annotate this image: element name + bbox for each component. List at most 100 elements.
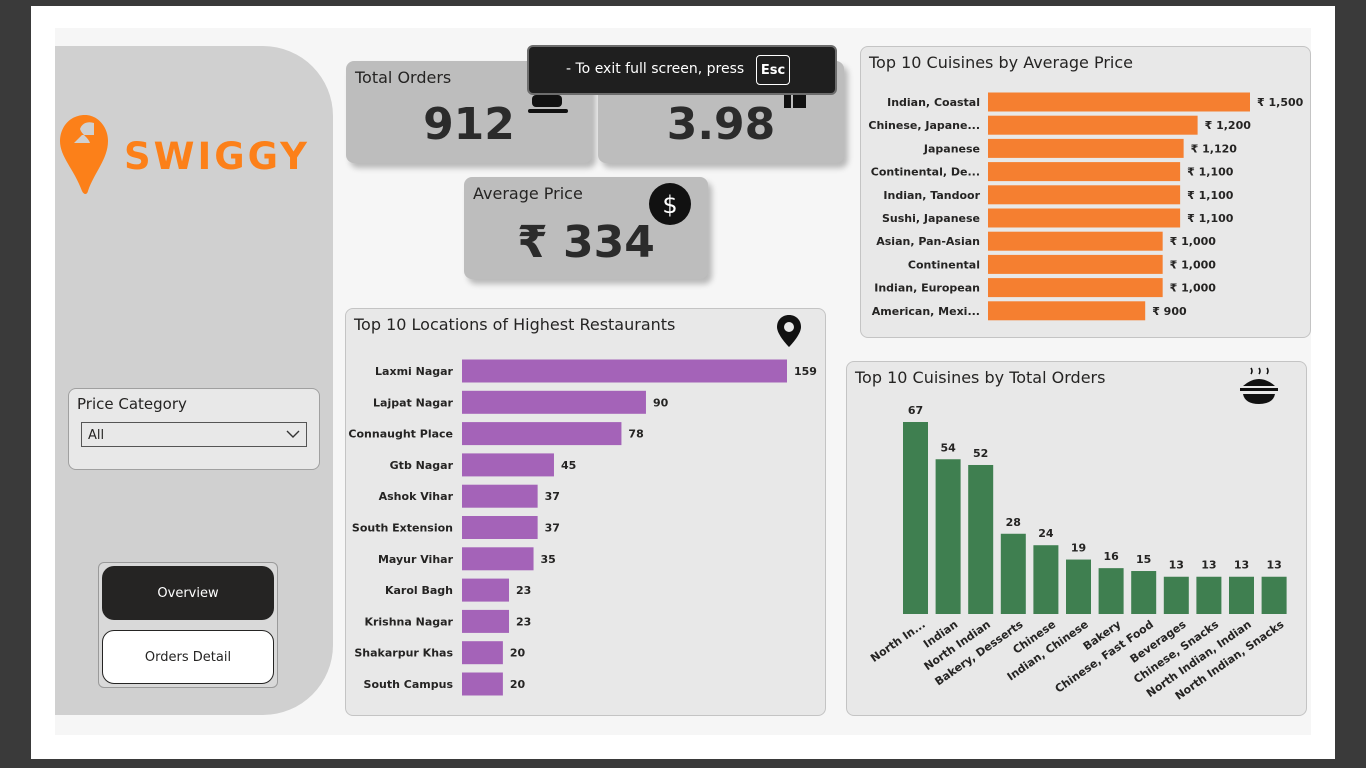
bar (1229, 576, 1254, 614)
data-label: 45 (561, 459, 576, 472)
dollar-circle-icon: $ (649, 183, 691, 225)
data-label: 28 (1006, 516, 1021, 529)
bar (988, 254, 1163, 274)
category-label: Continental (908, 258, 980, 271)
cuisines-by-orders-card: Top 10 Cuisines by Total Orders 67 North … (846, 361, 1307, 716)
category-label: Laxmi Nagar (375, 365, 454, 378)
data-label: 20 (510, 678, 526, 691)
bar (462, 641, 503, 665)
bar (988, 115, 1198, 135)
locations-card: Top 10 Locations of Highest Restaurants … (345, 308, 826, 716)
bar (1196, 576, 1222, 614)
bar (1098, 568, 1124, 614)
data-label: ₹ 1,100 (1187, 189, 1234, 202)
category-label: South Campus (364, 678, 454, 691)
data-label: 23 (516, 615, 531, 628)
bar (1066, 559, 1091, 614)
fullscreen-exit-toast: - To exit full screen, press Esc (527, 45, 837, 95)
bar (462, 672, 503, 696)
swiggy-logo: SWIGGY (60, 115, 307, 194)
bar (462, 390, 646, 414)
data-label: 20 (510, 647, 526, 660)
bar (462, 453, 554, 477)
bar (462, 484, 538, 508)
category-label: Gtb Nagar (390, 459, 454, 472)
toast-text: - To exit full screen, press (566, 61, 745, 77)
data-label: ₹ 1,100 (1187, 212, 1234, 225)
data-label: 24 (1038, 527, 1054, 540)
swiggy-logo-mark (60, 115, 108, 194)
bar (1261, 576, 1287, 614)
category-label: American, Mexi... (872, 305, 980, 318)
category-label: North In... (868, 618, 928, 665)
data-label: 13 (1234, 559, 1249, 572)
page-navigator: Overview Orders Detail (98, 562, 278, 688)
category-label: Asian, Pan-Asian (876, 235, 980, 248)
esc-key-badge: Esc (756, 55, 790, 85)
data-label: ₹ 1,500 (1257, 96, 1304, 109)
bar (988, 162, 1181, 182)
bar (1131, 571, 1157, 614)
data-label: ₹ 1,000 (1170, 258, 1217, 271)
overview-button[interactable]: Overview (102, 566, 274, 620)
bar (988, 138, 1184, 158)
cuisines-by-orders-chart: 67North In...54Indian52North Indian28Bak… (868, 404, 1287, 703)
bar (988, 231, 1163, 251)
category-label: Shakarpur Khas (354, 647, 453, 660)
data-label: 52 (973, 447, 988, 460)
bar (988, 92, 1250, 112)
category-label: Karol Bagh (385, 584, 453, 597)
data-label: 78 (628, 428, 643, 441)
data-label: ₹ 1,000 (1170, 282, 1217, 295)
bar (988, 278, 1163, 298)
bar (1000, 533, 1026, 614)
bar (462, 547, 534, 571)
data-label: ₹ 1,100 (1187, 166, 1234, 179)
data-label: ₹ 900 (1152, 305, 1187, 318)
data-label: ₹ 1,000 (1170, 235, 1217, 248)
svg-text:$: $ (662, 191, 677, 219)
category-label: Krishna Nagar (364, 615, 453, 628)
price-category-dropdown[interactable]: All (81, 422, 307, 447)
average-price-label: Average Price (473, 184, 583, 203)
data-label: 13 (1266, 559, 1281, 572)
bar (462, 359, 787, 383)
cuisines-by-price-chart: Indian, Coastal ₹ 1,500 Chinese, Japane...… (868, 92, 1304, 321)
cuisines-by-price-card: Top 10 Cuisines by Average Price Indian,… (860, 46, 1311, 338)
bar (988, 185, 1181, 205)
category-label: Continental, De... (871, 166, 980, 179)
bar (903, 422, 928, 614)
category-label: Sushi, Japanese (882, 212, 980, 225)
bar (968, 464, 994, 614)
bar (988, 208, 1181, 228)
category-label: Chinese, Japane... (868, 119, 980, 132)
data-label: 54 (940, 441, 956, 454)
data-label: 37 (545, 522, 560, 535)
data-label: ₹ 1,120 (1191, 142, 1238, 155)
data-label: ₹ 1,200 (1205, 119, 1252, 132)
data-label: 16 (1103, 550, 1119, 563)
category-label: Mayur Vihar (378, 553, 454, 566)
category-label: Indian, European (874, 282, 980, 295)
data-label: 15 (1136, 553, 1151, 566)
data-label: 159 (794, 365, 817, 378)
data-label: 13 (1169, 559, 1184, 572)
average-price-card: Average Price ₹ 334 $ (464, 177, 708, 279)
bar (1163, 576, 1189, 614)
data-label: 19 (1071, 542, 1086, 555)
data-label: 67 (908, 404, 923, 417)
dropdown-value: All (88, 428, 105, 443)
orders-detail-button[interactable]: Orders Detail (102, 630, 274, 684)
chevron-down-icon (286, 430, 300, 438)
category-label: South Extension (352, 522, 453, 535)
bar (462, 578, 510, 602)
slicer-title: Price Category (77, 395, 187, 413)
bar (1033, 545, 1059, 614)
bar (462, 516, 538, 539)
category-label: Japanese (923, 142, 980, 155)
data-label: 13 (1201, 559, 1216, 572)
data-label: 37 (545, 490, 560, 503)
category-label: Indian, Coastal (887, 96, 980, 109)
locations-chart: Laxmi Nagar 159 Lajpat Nagar 90 Connaught Pl… (348, 359, 817, 696)
data-label: 23 (516, 584, 531, 597)
